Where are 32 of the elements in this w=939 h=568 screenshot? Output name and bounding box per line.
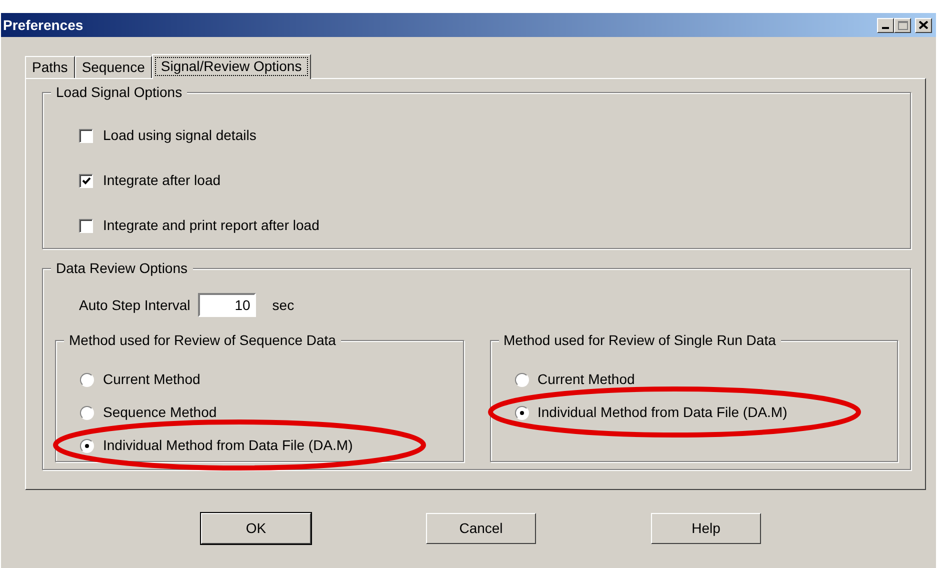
close-button[interactable]: [915, 18, 932, 32]
maximize-icon: [898, 20, 908, 30]
checkbox-label: Integrate after load: [103, 171, 221, 190]
tab[interactable]: Paths: [25, 56, 75, 78]
checkmark-icon: [82, 176, 90, 184]
window-title: Preferences: [3, 16, 84, 34]
tab[interactable]: Sequence: [74, 56, 152, 78]
close-icon: [919, 21, 928, 29]
radio-button[interactable]: [514, 406, 528, 420]
radio-label: Current Method: [538, 370, 635, 389]
radio-button[interactable]: [80, 406, 94, 420]
dialog-button[interactable]: Help: [651, 513, 761, 544]
radio-button[interactable]: [514, 372, 528, 386]
radio-label: Current Method: [103, 370, 200, 389]
radio-label: Individual Method from Data File (DA.M): [103, 436, 353, 455]
ok-button[interactable]: OK: [201, 513, 311, 544]
checkbox[interactable]: [79, 174, 93, 188]
dialog-button[interactable]: Cancel: [426, 513, 536, 544]
unit-label: sec: [272, 296, 294, 314]
radio-label: Sequence Method: [103, 403, 217, 422]
radio-button[interactable]: [80, 438, 94, 452]
checkbox-label: Load using signal details: [103, 126, 256, 145]
maximize-button[interactable]: [894, 18, 911, 32]
checkbox-label: Integrate and print report after load: [103, 216, 320, 235]
minimize-button[interactable]: [877, 18, 894, 32]
checkbox[interactable]: [79, 128, 93, 142]
interval-field[interactable]: 10: [198, 293, 256, 317]
radio-button[interactable]: [80, 372, 94, 386]
tab[interactable]: Signal/Review Options: [152, 54, 311, 79]
checkbox[interactable]: [79, 218, 93, 232]
field-label: Auto Step Interval: [79, 296, 190, 315]
radio-label: Individual Method from Data File (DA.M): [538, 403, 788, 422]
